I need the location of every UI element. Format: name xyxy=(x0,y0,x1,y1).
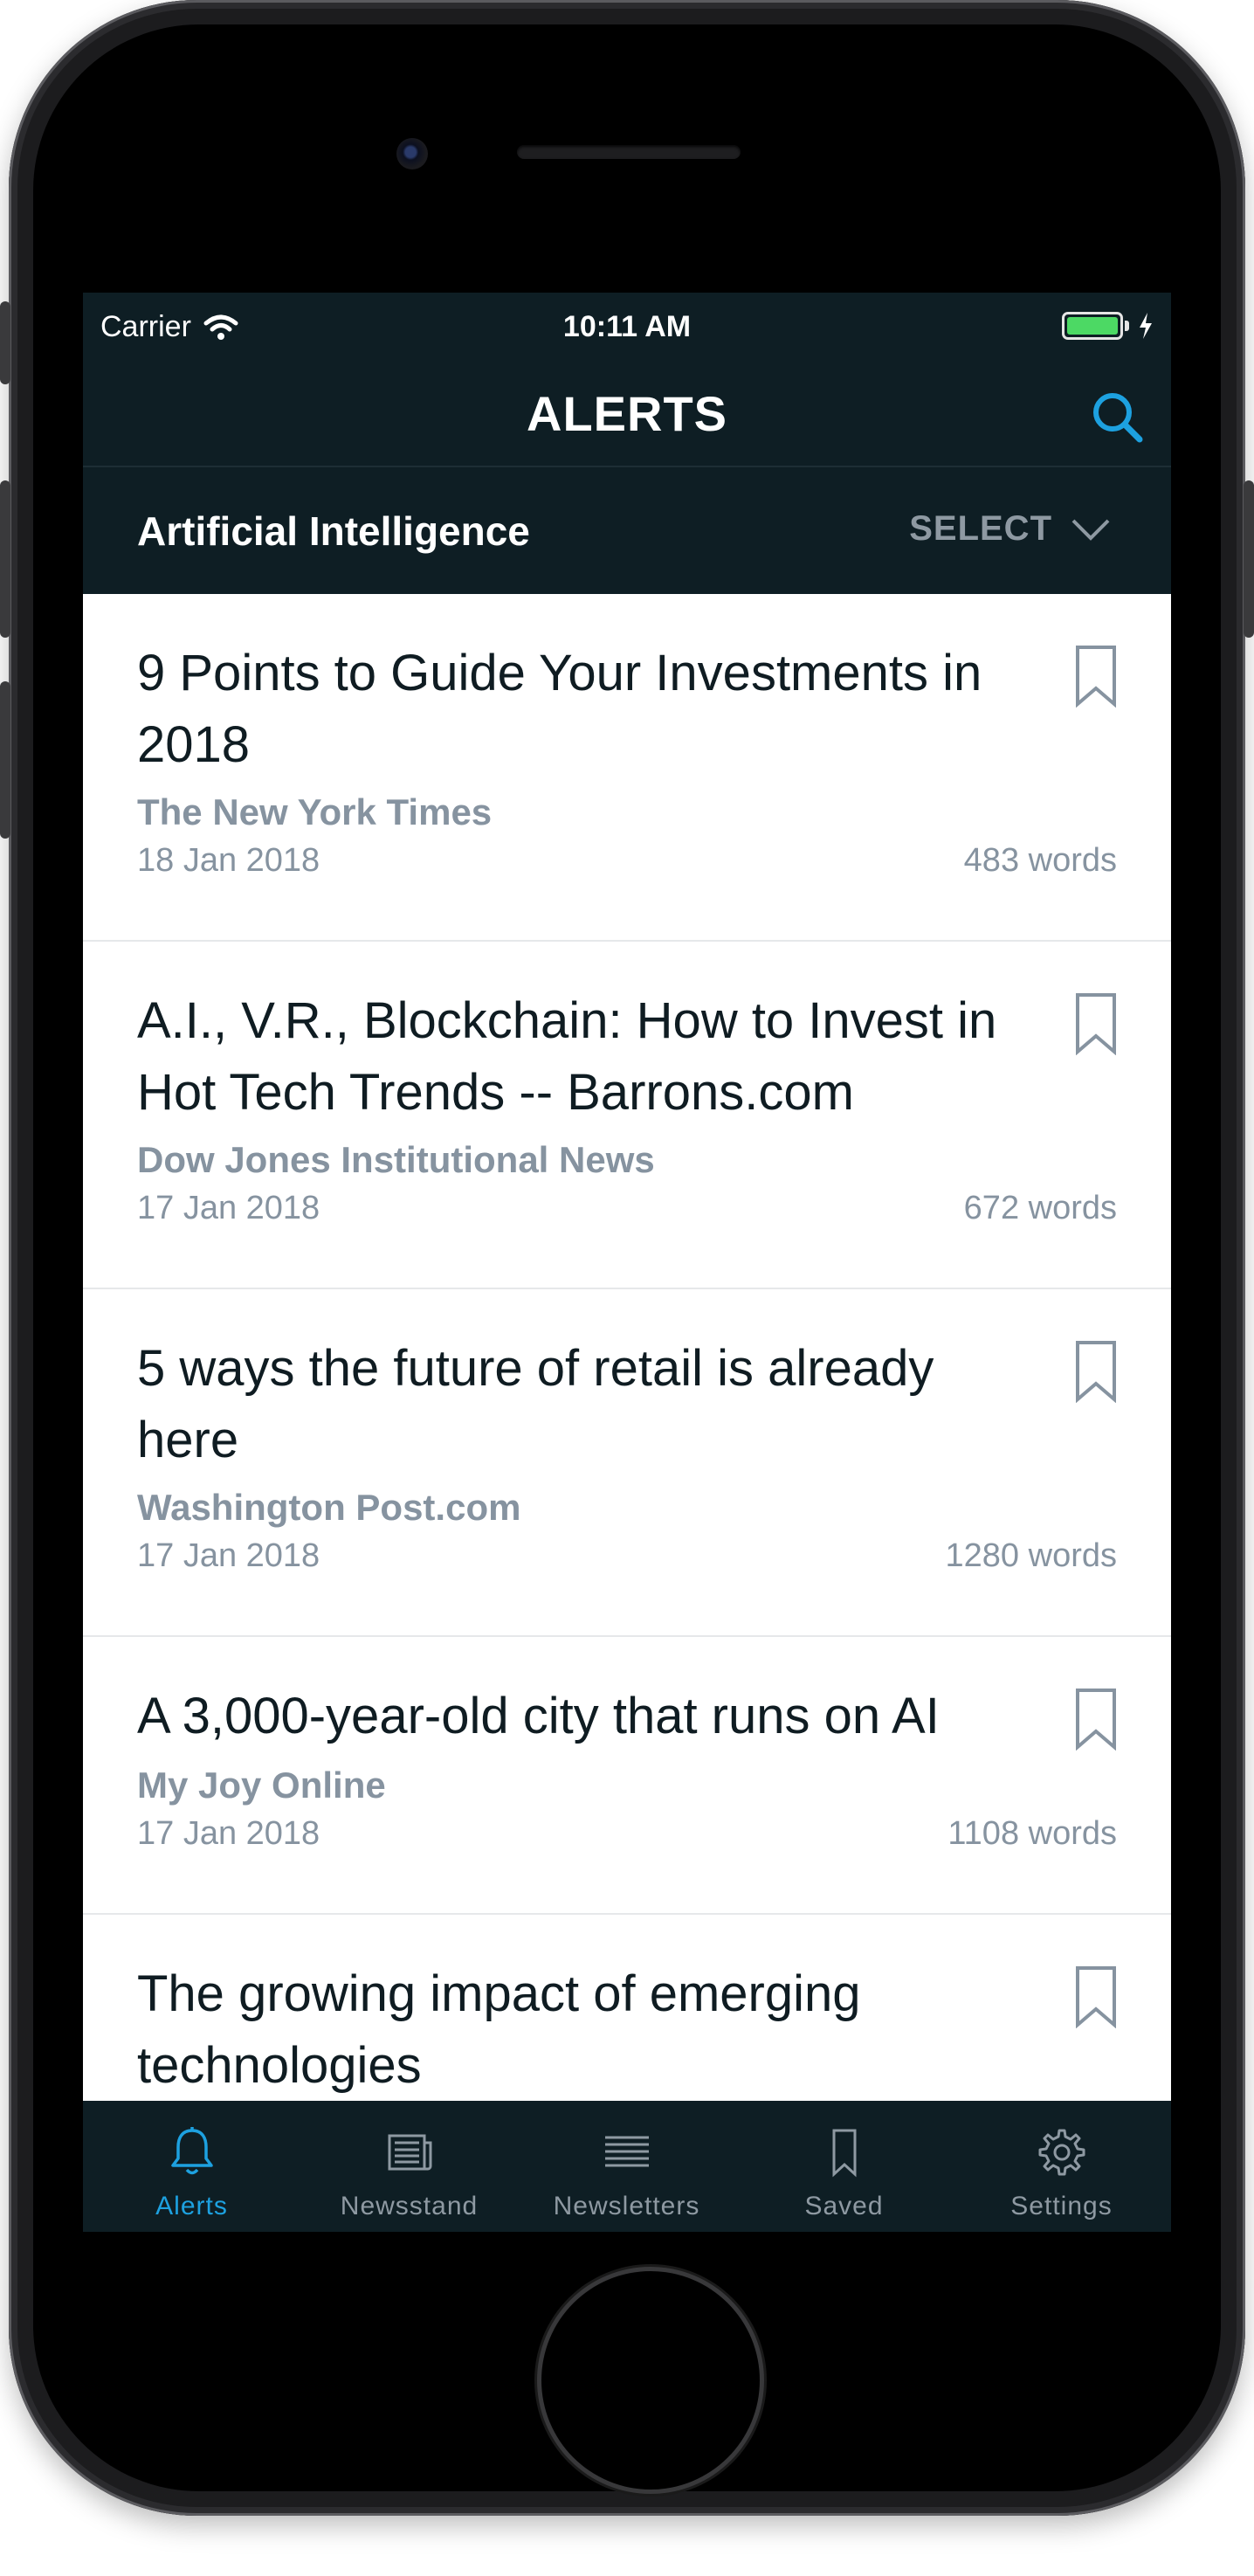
volume-up-button xyxy=(0,480,10,638)
article-item[interactable]: 5 ways the future of retail is already h… xyxy=(83,1289,1171,1637)
article-date: 17 Jan 2018 xyxy=(137,1537,320,1574)
article-date: 17 Jan 2018 xyxy=(137,1815,320,1852)
front-camera xyxy=(396,138,428,169)
article-item[interactable]: A 3,000-year-old city that runs on AI My… xyxy=(83,1637,1171,1915)
bookmark-icon[interactable] xyxy=(1075,1340,1117,1403)
article-source: Washington Post.com xyxy=(137,1487,521,1528)
article-source: Dow Jones Institutional News xyxy=(137,1139,655,1180)
page-title: ALERTS xyxy=(527,386,727,441)
tab-label: Saved xyxy=(804,2192,884,2220)
nav-bar: ALERTS xyxy=(83,363,1171,467)
article-item[interactable]: A.I., V.R., Blockchain: How to Invest in… xyxy=(83,942,1171,1289)
bookmark-icon[interactable] xyxy=(1075,1688,1117,1751)
gear-icon xyxy=(1038,2129,1085,2176)
article-word-count: 1280 words xyxy=(945,1537,1117,1574)
article-word-count: 483 words xyxy=(963,842,1117,879)
bookmark-icon xyxy=(832,2129,857,2178)
tab-settings[interactable]: Settings xyxy=(953,2101,1170,2232)
bookmark-icon[interactable] xyxy=(1075,645,1117,708)
status-bar: Carrier 10:11 AM xyxy=(83,293,1171,363)
tab-label: Newsletters xyxy=(553,2192,700,2220)
tab-newsstand[interactable]: Newsstand xyxy=(300,2101,518,2232)
earpiece-speaker xyxy=(517,145,741,159)
topic-filter-bar: Artificial Intelligence SELECT xyxy=(83,467,1171,594)
chevron-down-icon xyxy=(1071,519,1110,541)
tab-bar: Alerts Newsstand Newsletters Saved Setti… xyxy=(83,2101,1171,2232)
bookmark-icon[interactable] xyxy=(1075,1965,1117,2028)
tab-alerts[interactable]: Alerts xyxy=(83,2101,300,2232)
bell-icon xyxy=(171,2127,213,2175)
article-word-count: 1108 words xyxy=(947,1815,1117,1852)
tab-saved[interactable]: Saved xyxy=(735,2101,953,2232)
mute-switch xyxy=(0,301,10,384)
search-icon[interactable] xyxy=(1089,389,1145,445)
tab-label: Alerts xyxy=(155,2192,228,2220)
article-title: 9 Points to Guide Your Investments in 20… xyxy=(137,645,982,773)
battery-icon xyxy=(1062,312,1123,340)
article-title: A 3,000-year-old city that runs on AI xyxy=(137,1688,940,1744)
article-item[interactable]: 9 Points to Guide Your Investments in 20… xyxy=(83,594,1171,942)
newspaper-icon xyxy=(388,2134,432,2171)
article-title: 5 ways the future of retail is already h… xyxy=(137,1340,934,1468)
article-word-count: 672 words xyxy=(963,1190,1117,1226)
article-title: The growing impact of emerging technolog… xyxy=(137,1965,861,2094)
topic-label: Artificial Intelligence xyxy=(137,508,530,554)
article-source: The New York Times xyxy=(137,791,493,832)
bookmark-icon[interactable] xyxy=(1075,992,1117,1055)
volume-down-button xyxy=(0,681,10,839)
article-date: 18 Jan 2018 xyxy=(137,842,320,879)
tab-label: Settings xyxy=(1010,2192,1113,2220)
home-button[interactable] xyxy=(541,2271,760,2490)
article-list: 9 Points to Guide Your Investments in 20… xyxy=(83,594,1171,2232)
app-screen: Carrier 10:11 AM ALERTS Artificial Intel… xyxy=(83,293,1171,2232)
article-title: A.I., V.R., Blockchain: How to Invest in… xyxy=(137,992,997,1121)
charging-bolt-icon xyxy=(1140,313,1152,339)
article-date: 17 Jan 2018 xyxy=(137,1190,320,1226)
article-source: My Joy Online xyxy=(137,1765,386,1806)
lines-icon xyxy=(605,2136,649,2167)
tab-label: Newsstand xyxy=(340,2192,479,2220)
power-button xyxy=(1244,480,1254,638)
battery-indicator xyxy=(1062,312,1154,340)
select-label: SELECT xyxy=(909,509,1052,548)
select-dropdown[interactable]: SELECT xyxy=(909,509,1110,549)
tab-newsletters[interactable]: Newsletters xyxy=(518,2101,735,2232)
clock: 10:11 AM xyxy=(562,310,692,343)
